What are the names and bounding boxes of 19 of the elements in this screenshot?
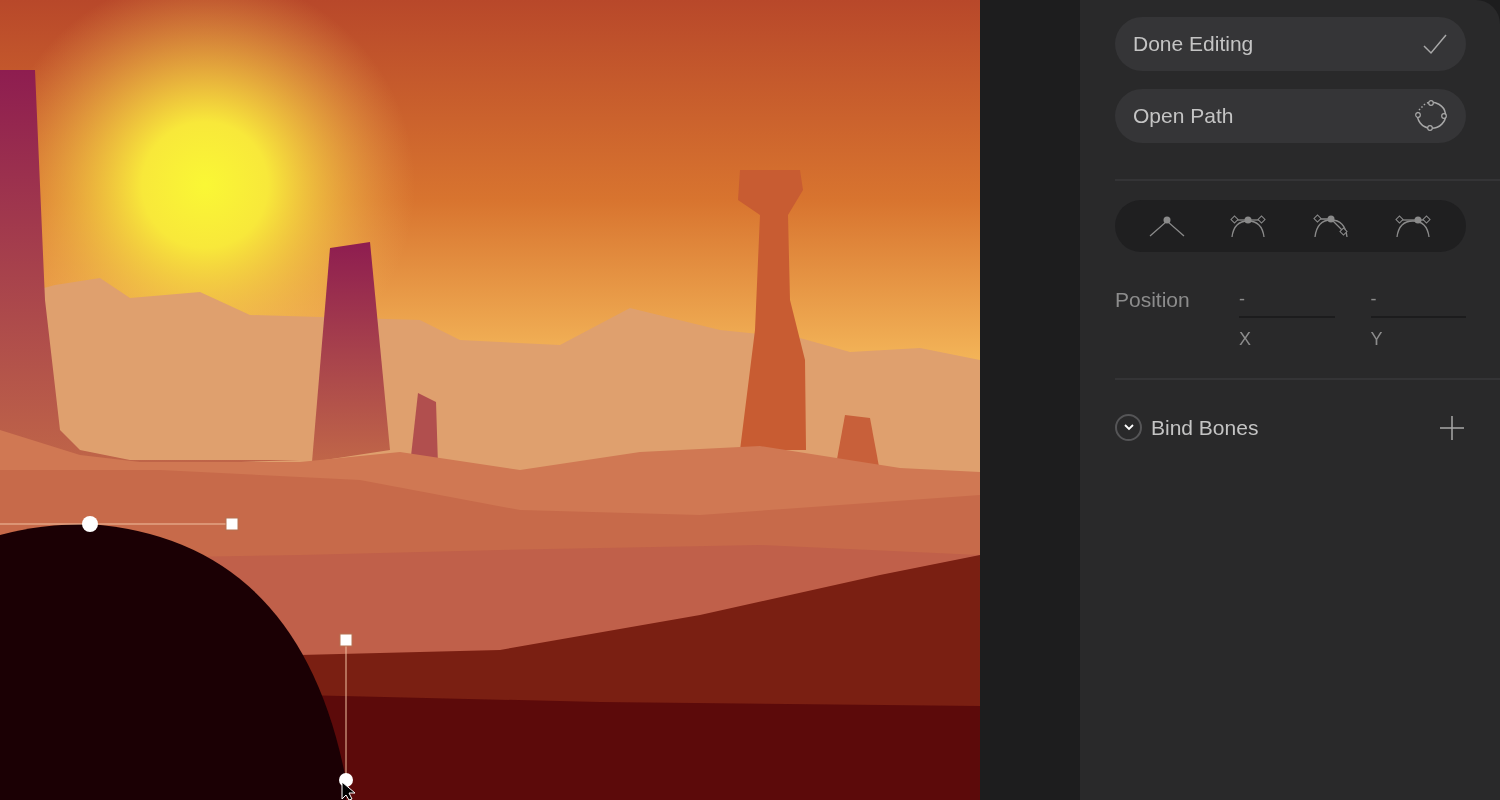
position-label: Position — [1115, 287, 1191, 313]
axis-label: Y — [1370, 328, 1383, 351]
circular-path-icon — [1414, 100, 1448, 132]
expand-toggle[interactable] — [1115, 414, 1142, 442]
section-title: Bind Bones — [1151, 415, 1259, 441]
corner-vertex-icon[interactable] — [1149, 214, 1186, 238]
axis-label: X — [1239, 328, 1251, 351]
chevron-down-icon — [1123, 424, 1134, 432]
detached-vertex-icon[interactable] — [1311, 213, 1350, 239]
panel-button[interactable]: Done Editing — [1115, 17, 1466, 71]
add-button[interactable] — [1438, 413, 1466, 442]
asymmetric-vertex-icon[interactable] — [1393, 214, 1432, 238]
check-icon — [1422, 33, 1448, 55]
position-field[interactable]: - — [1239, 282, 1335, 318]
position-field[interactable]: - — [1370, 282, 1466, 318]
mirrored-vertex-icon[interactable] — [1229, 214, 1268, 238]
cursor-icon — [341, 781, 356, 800]
plus-icon — [1439, 414, 1465, 441]
panel-button[interactable]: Open Path — [1115, 89, 1466, 143]
